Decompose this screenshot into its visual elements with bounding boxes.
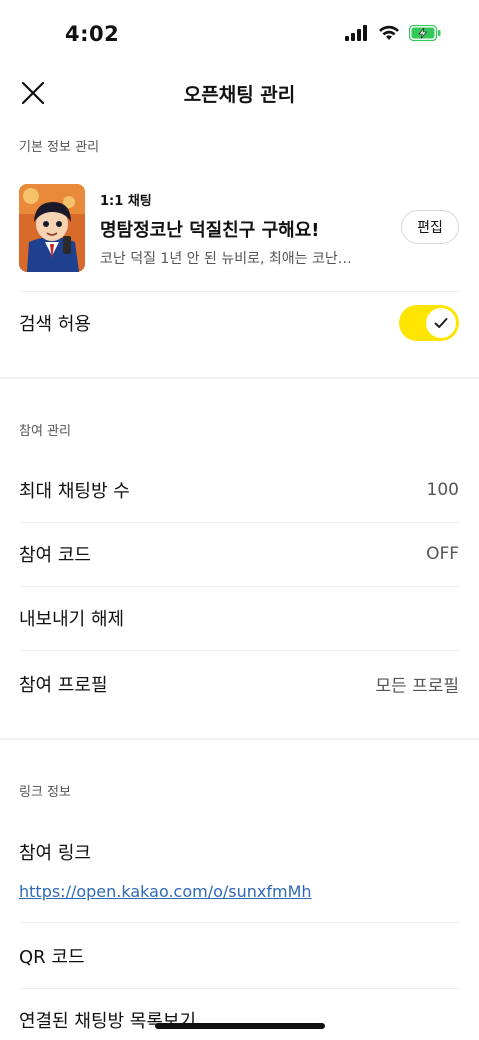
status-bar: 4:02 [0,0,479,70]
nav-bar: 오픈채팅 관리 [0,70,479,116]
section-separator [0,377,479,379]
status-icons [345,24,441,45]
linked-rooms-row[interactable]: 연결된 채팅방 목록보기 [0,988,479,1040]
chat-name: 명탐정코난 덕질친구 구해요! [100,220,320,241]
home-indicator [155,1023,325,1029]
max-chatrooms-value: 100 [426,480,459,500]
search-allow-row[interactable]: 검색 허용 [0,291,479,355]
search-allow-label: 검색 허용 [19,314,91,335]
join-link-label: 참여 링크 [19,843,91,864]
qr-code-row[interactable]: QR 코드 [0,924,479,988]
max-chatrooms-label: 최대 채팅방 수 [19,481,130,502]
divider [19,922,460,923]
join-code-row[interactable]: 참여 코드 OFF [0,522,479,586]
linked-rooms-label: 연결된 채팅방 목록보기 [19,1011,197,1032]
battery-charging-icon [408,24,441,45]
status-time: 4:02 [65,22,120,46]
edit-button[interactable]: 편집 [401,210,459,244]
divider [19,650,460,651]
chat-thumbnail [19,184,85,272]
join-code-label: 참여 코드 [19,545,91,566]
section-separator [0,738,479,740]
wifi-icon [378,25,400,45]
section-header-basic-info: 기본 정보 관리 [19,140,100,155]
chat-description: 코난 덕질 1년 안 된 뉴비로, 최애는 코난… [100,251,352,267]
join-link-url[interactable]: https://open.kakao.com/o/sunxfmMh [19,882,312,901]
chat-info-card: 1:1 채팅 명탐정코난 덕질친구 구해요! 코난 덕질 1년 안 된 뉴비로,… [0,178,479,278]
qr-code-label: QR 코드 [19,947,85,968]
search-allow-toggle[interactable] [399,305,459,341]
join-code-value: OFF [426,544,459,564]
release-kick-row[interactable]: 내보내기 해제 [0,586,479,650]
join-profile-value: 모든 프로필 [375,676,459,697]
section-header-participation: 참여 관리 [19,424,71,439]
page-title: 오픈채팅 관리 [183,84,296,106]
signal-icon [345,25,369,45]
checkmark-icon [434,314,448,333]
toggle-knob [426,308,456,338]
max-chatrooms-row[interactable]: 최대 채팅방 수 100 [0,458,479,522]
join-profile-label: 참여 프로필 [19,675,108,696]
section-header-link-info: 링크 정보 [19,785,71,800]
join-profile-row[interactable]: 참여 프로필 모든 프로필 [0,652,479,716]
open-chat-settings-screen: 4:02 오픈채팅 관리 기본 정보 관리 1:1 채팅 명탐정코난 덕질친구 … [0,0,479,1040]
release-kick-label: 내보내기 해제 [19,609,125,630]
join-link-row: 참여 링크 [0,820,479,884]
chat-type-label: 1:1 채팅 [100,194,152,209]
